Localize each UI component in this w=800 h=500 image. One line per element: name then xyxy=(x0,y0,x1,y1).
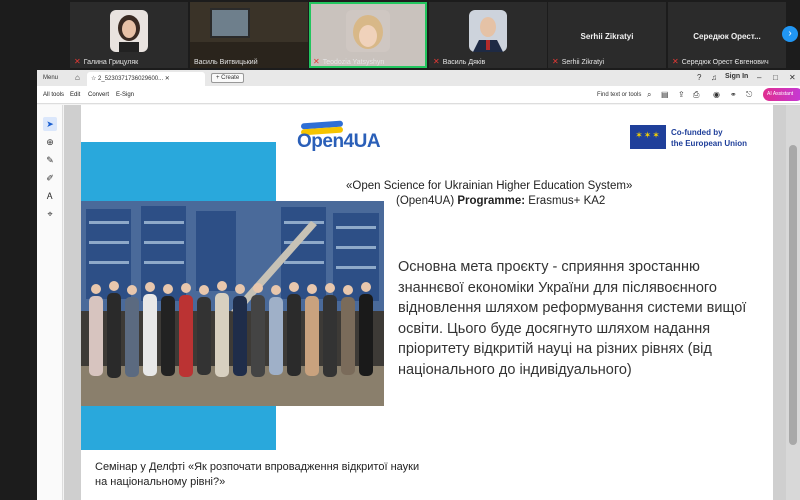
esign-button[interactable]: E-Sign xyxy=(116,92,134,98)
participant-strip: ✕ Галина Грицуляк Василь Витвицький ✕ Teod… xyxy=(0,0,800,70)
participant-name: Середюк Орест Євгенович xyxy=(681,59,769,66)
link-icon[interactable]: ⚭ xyxy=(730,90,737,99)
zoom-tool-icon[interactable]: ⊕ xyxy=(43,135,57,149)
search-icon[interactable]: ⌕ xyxy=(647,90,651,100)
maximize-icon[interactable]: □ xyxy=(773,73,778,82)
pdf-viewer-window: Menu ⌂ ☆ 2_5230371736029600... ✕ + Creat… xyxy=(37,70,800,500)
eu-flag-icon: ✶✶✶ xyxy=(630,125,666,149)
participant-tile[interactable]: Serhii Zikratyi ✕ Serhii Zikratyi xyxy=(548,2,666,68)
upload-icon[interactable]: ⇪ xyxy=(678,90,685,99)
participant-name: Василь Витвицький xyxy=(194,59,258,66)
eu-cofunded-logo: ✶✶✶ Co-funded by the European Union xyxy=(630,123,760,151)
eu-caption-line2: the European Union xyxy=(671,139,747,148)
participant-tile-active[interactable]: ✕ Teodozia Yatsyshyn xyxy=(309,2,427,68)
video-feed xyxy=(210,8,250,38)
star-icon[interactable]: ☆ xyxy=(91,76,98,82)
seminar-caption: Семінар у Делфті «Як розпочати впровадже… xyxy=(95,460,535,490)
save-icon[interactable]: ▤ xyxy=(661,90,669,99)
avatar xyxy=(346,10,390,52)
participant-label: Serhii Zikratyi xyxy=(580,32,634,41)
mic-off-icon: ✕ xyxy=(74,57,81,66)
mic-off-icon: ✕ xyxy=(433,57,440,66)
participant-name: Василь Дяків xyxy=(442,59,486,66)
participant-name: Галина Грицуляк xyxy=(83,59,139,66)
participant-label: Середюк Орест... xyxy=(693,32,761,41)
pen-tool-icon[interactable]: ✎ xyxy=(43,153,57,167)
avatar xyxy=(469,10,507,52)
document-tab-title: 2_5230371736029600... xyxy=(98,76,164,82)
slide-title-line1: «Open Science for Ukrainian Higher Educa… xyxy=(346,180,633,192)
toolbar: All tools Edit Convert E-Sign Find text … xyxy=(37,86,800,104)
print-icon[interactable]: ⎙ xyxy=(693,90,699,100)
pdf-page: Open4UA ✶✶✶ Co-funded by the European Un… xyxy=(81,105,773,500)
help-icon[interactable]: ? xyxy=(697,73,701,82)
participant-tile[interactable]: ✕ Галина Грицуляк xyxy=(70,2,188,68)
view-icon[interactable]: ◉ xyxy=(713,90,720,99)
all-tools-button[interactable]: All tools xyxy=(43,92,64,98)
avatar xyxy=(110,10,148,52)
stamp-tool-icon[interactable]: ⌖ xyxy=(43,207,57,221)
minimize-icon[interactable]: – xyxy=(757,73,761,82)
scrollbar-thumb[interactable] xyxy=(789,145,797,445)
participant-tile[interactable]: ✕ Василь Дяків xyxy=(429,2,547,68)
convert-button[interactable]: Convert xyxy=(88,92,109,98)
seminar-caption-line2: на національному рівні?» xyxy=(95,476,226,488)
share-icon[interactable]: ⎋ xyxy=(746,90,752,100)
participant-name: Teodozia Yatsyshyn xyxy=(322,59,385,66)
participant-name: Serhii Zikratyi xyxy=(561,59,605,66)
text-tool-icon[interactable]: Ꭺ xyxy=(43,189,57,203)
eu-caption-line1: Co-funded by xyxy=(671,128,723,137)
document-area[interactable]: Open4UA ✶✶✶ Co-funded by the European Un… xyxy=(64,105,800,500)
mic-off-icon: ✕ xyxy=(313,57,320,66)
close-window-icon[interactable]: ✕ xyxy=(789,73,796,82)
menu-button[interactable]: Menu xyxy=(43,75,58,81)
close-tab-icon[interactable]: ✕ xyxy=(165,76,170,82)
vertical-scrollbar[interactable] xyxy=(786,105,800,500)
sign-in-button[interactable]: Sign In xyxy=(725,73,748,80)
group-photo xyxy=(81,201,384,406)
participant-tile[interactable]: Василь Витвицький xyxy=(190,2,308,68)
project-goal-text: Основна мета проєкту - сприяння зростанн… xyxy=(398,259,747,378)
participant-tile[interactable]: Середюк Орест... ✕ Середюк Орест Євгенови… xyxy=(668,2,786,68)
next-participants-icon[interactable]: › xyxy=(782,26,798,42)
slide-title-line2: (Open4UA) Programme: Erasmus+ KA2 xyxy=(396,195,606,207)
create-button[interactable]: + Create xyxy=(211,73,245,83)
home-icon[interactable]: ⌂ xyxy=(75,73,80,82)
draw-tool-icon[interactable]: ✐ xyxy=(43,171,57,185)
tab-bar: Menu ⌂ ☆ 2_5230371736029600... ✕ + Creat… xyxy=(37,70,800,86)
mic-off-icon: ✕ xyxy=(672,57,679,66)
edit-button[interactable]: Edit xyxy=(70,92,80,98)
ai-assistant-button[interactable]: AI Assistant xyxy=(763,88,800,101)
open4ua-logo: Open4UA xyxy=(297,120,397,156)
select-tool-icon[interactable]: ➤ xyxy=(43,117,57,131)
seminar-caption-line1: Семінар у Делфті «Як розпочати впровадже… xyxy=(95,461,420,473)
document-tab[interactable]: ☆ 2_5230371736029600... ✕ xyxy=(87,72,205,86)
find-input[interactable]: Find text or tools xyxy=(597,92,641,98)
mic-off-icon: ✕ xyxy=(552,57,559,66)
tools-sidebar: ➤ ⊕ ✎ ✐ Ꭺ ⌖ xyxy=(37,105,63,500)
notifications-icon[interactable]: ♫ xyxy=(711,73,717,82)
logo-text: Open4UA xyxy=(297,131,381,152)
